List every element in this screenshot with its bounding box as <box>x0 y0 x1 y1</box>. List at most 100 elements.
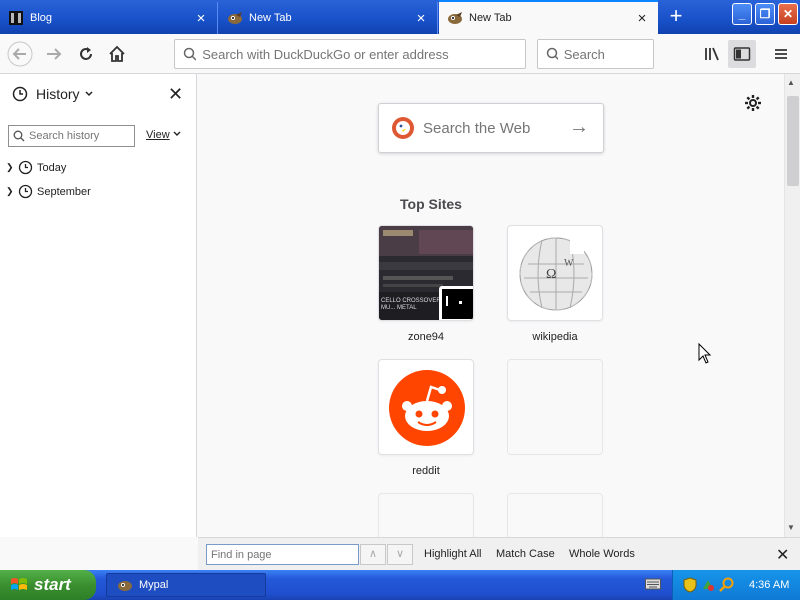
duckduckgo-logo-icon <box>392 117 414 139</box>
new-tab-button[interactable]: + <box>662 4 690 30</box>
whole-words-button[interactable]: Whole Words <box>569 548 635 560</box>
sidebar-icon <box>733 47 751 61</box>
top-site-tile-zone94[interactable]: CELLO CROSSOVER MU... METAL <box>378 225 474 321</box>
back-button[interactable] <box>6 40 34 68</box>
scrollbar-thumb[interactable] <box>787 96 799 186</box>
taskbar-item-mypal[interactable]: Mypal <box>106 573 266 597</box>
close-window-button[interactable]: ✕ <box>778 3 798 25</box>
top-site-label: zone94 <box>407 331 445 343</box>
top-site-tile-empty[interactable] <box>378 493 474 537</box>
svg-text:W: W <box>564 258 574 269</box>
history-search-box[interactable] <box>8 125 135 147</box>
web-search-input[interactable] <box>423 119 563 137</box>
gear-icon[interactable] <box>744 94 762 115</box>
home-icon <box>109 45 125 62</box>
find-input[interactable] <box>207 545 358 564</box>
zone94-site-icon <box>439 286 473 320</box>
top-sites-heading: Top Sites <box>400 196 462 212</box>
hamburger-icon <box>775 49 787 59</box>
expand-arrow-icon[interactable]: ❯ <box>6 162 16 173</box>
clock-icon <box>18 184 33 199</box>
chevron-down-icon <box>173 131 181 136</box>
top-site-label: wikipedia <box>532 331 578 343</box>
history-item-label: Today <box>37 161 67 174</box>
sidebar-close-icon[interactable]: ✕ <box>168 84 183 105</box>
view-menu-button[interactable]: View <box>146 129 181 141</box>
mypal-favicon-icon <box>118 581 132 591</box>
new-tab-page: → Top Sites CELLO CROSSOVER MU... METAL … <box>198 74 784 537</box>
expand-arrow-icon[interactable]: ❯ <box>6 186 16 197</box>
tab-blog[interactable]: Blog × <box>0 2 218 34</box>
top-site-tile-empty[interactable] <box>507 359 603 455</box>
maximize-button[interactable]: ❐ <box>755 3 775 25</box>
forward-button[interactable] <box>40 40 68 68</box>
taskbar-clock: 4:36 AM <box>749 579 790 591</box>
search-tray-icon[interactable] <box>719 577 735 593</box>
back-arrow-icon <box>7 41 33 67</box>
content-scrollbar[interactable]: ▲ ▼ <box>784 74 800 537</box>
history-item-label: September <box>37 185 91 198</box>
start-button[interactable]: start <box>0 570 96 600</box>
security-shield-icon[interactable] <box>683 577 697 593</box>
reload-button[interactable] <box>72 40 100 68</box>
zone94-thumbnail-text: CELLO CROSSOVER MU... METAL <box>381 298 441 311</box>
top-site-tile-empty[interactable] <box>507 493 603 537</box>
find-field[interactable] <box>206 544 359 565</box>
tab-new-tab-1[interactable]: New Tab × <box>219 2 438 34</box>
find-close-icon[interactable]: ✕ <box>776 545 789 565</box>
menu-button[interactable] <box>767 40 795 68</box>
history-item-september[interactable]: ❯ September <box>6 184 91 199</box>
keyboard-icon[interactable] <box>645 578 661 590</box>
tab-close-icon[interactable]: × <box>413 11 429 26</box>
tab-label: Blog <box>30 12 53 24</box>
tab-close-icon[interactable]: × <box>193 11 209 26</box>
network-icon[interactable] <box>701 577 715 593</box>
reddit-logo-icon <box>389 370 465 446</box>
sidebar-header[interactable]: History <box>12 86 94 102</box>
mouse-cursor-icon <box>698 343 712 364</box>
system-tray: 4:36 AM <box>672 570 800 600</box>
reload-icon <box>80 47 92 60</box>
wikipedia-globe-icon: Ω W <box>519 237 593 311</box>
address-input[interactable] <box>202 46 525 62</box>
navigation-toolbar <box>0 34 800 74</box>
home-button[interactable] <box>103 40 131 68</box>
highlight-all-button[interactable]: Highlight All <box>424 548 481 560</box>
clock-icon <box>18 160 33 175</box>
mypal-favicon-icon <box>447 10 463 26</box>
search-go-arrow-icon[interactable]: → <box>569 116 589 139</box>
tab-close-icon[interactable]: × <box>634 11 650 26</box>
forward-arrow-icon <box>47 48 62 60</box>
top-site-tile-wikipedia[interactable]: Ω W <box>507 225 603 321</box>
sidebar-title: History <box>36 86 80 102</box>
history-sidebar: History ✕ View ❯ Today ❯ September <box>0 74 197 537</box>
windows-taskbar: start Mypal 4:36 AM <box>0 570 800 600</box>
find-bar: ∧ ∨ Highlight All Match Case Whole Words… <box>198 537 800 570</box>
minimize-button[interactable]: _ <box>732 3 752 25</box>
chevron-down-icon <box>85 91 93 97</box>
clock-icon <box>12 86 28 102</box>
tab-label: New Tab <box>249 12 292 24</box>
search-input[interactable] <box>563 46 653 62</box>
start-label: start <box>34 575 71 594</box>
library-button[interactable] <box>698 40 726 68</box>
tab-new-tab-2[interactable]: New Tab × <box>439 0 658 34</box>
search-bar[interactable] <box>537 39 654 69</box>
search-icon <box>183 47 197 61</box>
sidebar-toggle-button[interactable] <box>728 40 756 68</box>
scroll-up-arrow-icon[interactable]: ▲ <box>787 78 795 87</box>
top-site-tile-reddit[interactable] <box>378 359 474 455</box>
find-previous-button[interactable]: ∧ <box>360 544 386 565</box>
top-site-label: reddit <box>412 465 440 477</box>
tab-bar: Blog × New Tab × New Tab × + _ ❐ ✕ <box>0 0 800 34</box>
match-case-button[interactable]: Match Case <box>496 548 555 560</box>
address-bar[interactable] <box>174 39 526 69</box>
svg-text:Ω: Ω <box>546 267 556 282</box>
history-search-input[interactable] <box>29 130 129 142</box>
history-item-today[interactable]: ❯ Today <box>6 160 66 175</box>
library-icon <box>705 47 719 61</box>
web-search-box[interactable]: → <box>378 103 604 153</box>
find-next-button[interactable]: ∨ <box>387 544 413 565</box>
blog-favicon-icon <box>8 10 24 26</box>
scroll-down-arrow-icon[interactable]: ▼ <box>787 523 795 532</box>
